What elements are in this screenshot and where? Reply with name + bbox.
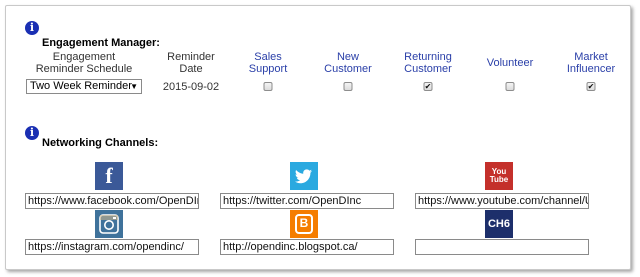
engagement-title: Engagement Manager: bbox=[42, 37, 160, 49]
ch6-url-field[interactable] bbox=[415, 239, 589, 255]
checkbox-new-customer[interactable] bbox=[343, 82, 353, 91]
col-returning-customer: Returning Customer bbox=[404, 51, 452, 75]
youtube-url-field[interactable]: https://www.youtube.com/channel/UCpM bbox=[415, 193, 589, 209]
twitter-url-field[interactable]: https://twitter.com/OpenDInc bbox=[220, 193, 394, 209]
col-new-customer: New Customer bbox=[324, 51, 372, 75]
youtube-icon[interactable]: You Tube bbox=[485, 162, 513, 190]
facebook-icon[interactable]: f bbox=[95, 162, 123, 190]
blogger-url-field[interactable]: http://opendinc.blogspot.ca/ bbox=[220, 239, 394, 255]
facebook-url-field[interactable]: https://www.facebook.com/OpenDInc bbox=[25, 193, 199, 209]
col-reminder-date: Reminder Date bbox=[167, 51, 215, 75]
col-volunteer: Volunteer bbox=[486, 57, 534, 69]
info-icon[interactable]: i bbox=[25, 126, 39, 140]
blogger-icon[interactable]: B bbox=[290, 210, 318, 238]
col-engagement-schedule: Engagement Reminder Schedule bbox=[35, 51, 133, 75]
instagram-icon[interactable] bbox=[95, 210, 123, 238]
col-market-influencer: Market Influencer bbox=[566, 51, 616, 75]
checkbox-sales-support[interactable] bbox=[263, 82, 273, 91]
camera-icon bbox=[99, 214, 119, 234]
instagram-url-field[interactable]: https://instagram.com/opendinc/ bbox=[25, 239, 199, 255]
dropdown-arrow-icon: ▼ bbox=[130, 82, 138, 91]
info-icon[interactable]: i bbox=[25, 21, 39, 35]
col-sales-support: Sales Support bbox=[248, 51, 288, 75]
ch6-icon[interactable]: CH6 bbox=[485, 210, 513, 238]
reminder-schedule-select[interactable]: Two Week Reminder ▼ bbox=[26, 79, 142, 94]
checkbox-market-influencer[interactable]: ✔ bbox=[586, 82, 596, 91]
checkbox-volunteer[interactable] bbox=[505, 82, 515, 91]
networking-title: Networking Channels: bbox=[42, 137, 159, 149]
twitter-icon[interactable] bbox=[290, 162, 318, 190]
checkbox-returning-customer[interactable]: ✔ bbox=[423, 82, 433, 91]
reminder-schedule-value: Two Week Reminder bbox=[30, 80, 132, 92]
reminder-date-value: 2015-09-02 bbox=[162, 81, 220, 93]
twitter-bird-icon bbox=[295, 168, 312, 183]
